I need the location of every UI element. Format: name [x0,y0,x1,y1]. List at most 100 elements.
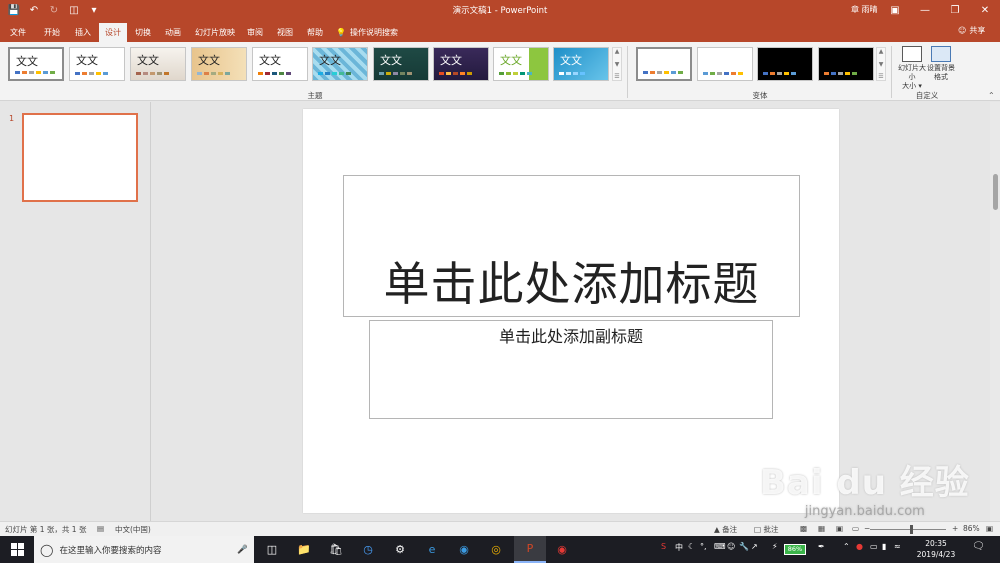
theme-office-2[interactable]: 文文 [69,47,125,81]
variants-gallery-scroll[interactable]: ▲ ▼ ☰ [876,47,886,81]
tab-slideshow[interactable]: 幻灯片放映 [189,23,241,42]
slideshow-icon[interactable]: ▭ [852,524,859,533]
status-bar: 幻灯片 第 1 张，共 1 张 ▤ 中文(中国) ▲ 备注 □ 批注 ▩ ▦ ▣… [0,521,1000,536]
more-icon[interactable]: ☰ [614,73,619,80]
zoom-in-button[interactable]: + [952,524,958,533]
tab-home[interactable]: 开始 [38,23,66,42]
sogou-ime-icon[interactable]: S [661,542,666,551]
variant-3[interactable] [757,47,813,81]
clock-time: 20:35 [925,539,947,548]
notes-button[interactable]: ▲ 备注 [714,524,737,535]
chevron-up-icon[interactable]: ▲ [615,48,620,55]
plug-icon[interactable]: ⚡ [772,542,778,551]
tab-design[interactable]: 设计 [99,23,127,42]
punctuation-icon[interactable]: °, [700,542,707,551]
tools-icon[interactable]: 🔧 [739,542,749,551]
pen-icon[interactable]: ✒ [818,542,825,551]
tab-transitions[interactable]: 切换 [129,23,157,42]
chevron-up-icon[interactable]: ▲ [879,48,884,55]
store-icon[interactable]: 🛍 [320,536,352,563]
zoom-level[interactable]: 86% [963,524,980,533]
theme-integral[interactable]: 文文 [191,47,247,81]
theme-slice[interactable]: 文文 [493,47,549,81]
system-clock[interactable]: 20:35 2019/4/23 [908,538,964,560]
variant-4[interactable] [818,47,874,81]
notifications-icon[interactable]: 🗨 [972,541,985,552]
slide[interactable]: 单击此处添加标题 单击此处添加副标题 [303,109,839,513]
tell-me-search[interactable]: 💡 操作说明搜索 [336,25,398,39]
browser-icon[interactable]: ◉ [448,536,480,563]
tab-file[interactable]: 文件 [4,23,32,42]
theme-berlin[interactable]: 文文 [433,47,489,81]
theme-retrospect[interactable]: 文文 [312,47,368,81]
theme-sample-text: 文文 [76,54,98,67]
tab-view[interactable]: 视图 [271,23,299,42]
tab-insert[interactable]: 插入 [69,23,97,42]
variant-2[interactable] [697,47,753,81]
format-background-button[interactable]: 设置背景格式 [926,45,956,89]
ribbon-display-options-icon[interactable]: ▣ [880,0,910,21]
minimize-icon[interactable]: — [910,0,940,21]
theme-office[interactable]: 文文 [8,47,64,81]
subtitle-placeholder[interactable]: 单击此处添加副标题 [369,320,773,419]
comments-button[interactable]: □ 批注 [754,524,778,535]
theme-dividend[interactable]: 文文 [553,47,609,81]
ime-mode[interactable]: 中 [675,542,683,553]
share-icon[interactable]: ↗ [751,542,758,551]
tab-help[interactable]: 帮助 [301,23,329,42]
slide-number: 1 [9,114,15,123]
chevron-down-icon[interactable]: ▼ [879,61,884,68]
fit-to-window-icon[interactable]: ▣ [986,524,993,533]
show-hidden-icons[interactable]: ⌃ [843,542,850,551]
moon-icon[interactable]: ☾ [688,542,695,551]
tab-animations[interactable]: 动画 [159,23,187,42]
task-view-icon[interactable]: ◫ [256,536,288,563]
reading-view-icon[interactable]: ▣ [836,524,843,533]
battery-icon[interactable]: ▭ [870,542,878,551]
user-name[interactable]: 章 雨晴 [851,4,878,15]
variant-1[interactable] [636,47,692,81]
vertical-scrollbar[interactable] [990,102,1000,521]
netease-music-icon[interactable]: ◉ [546,536,578,563]
slide-size-button[interactable]: 幻灯片大小 大小 ▾ [898,45,926,90]
slide-sorter-icon[interactable]: ▦ [818,524,825,533]
battery-indicator[interactable]: 86% [784,544,806,555]
volume-icon[interactable]: ▮ [882,542,886,551]
theme-ion[interactable]: 文文 [252,47,308,81]
more-icon[interactable]: ☰ [878,73,883,80]
spellcheck-icon[interactable]: ▤ [97,524,104,533]
maximize-icon[interactable]: ❐ [940,0,970,21]
language-indicator[interactable]: 中文(中国) [115,524,151,535]
collapse-ribbon-icon[interactable]: ⌃ [988,91,995,100]
tab-review[interactable]: 审阅 [241,23,269,42]
app-tray-icon[interactable]: ● [856,542,863,551]
clock-app-icon[interactable]: ◷ [352,536,384,563]
wifi-icon[interactable]: ≈ [894,542,901,551]
powerpoint-icon[interactable]: P [514,536,546,563]
share-button[interactable]: ☺ 共享 [958,25,985,36]
slide-thumbnail[interactable] [22,113,138,202]
zoom-slider[interactable] [870,529,946,530]
person-icon: ☺ [958,26,967,35]
chrome-icon[interactable]: ◎ [480,536,512,563]
microphone-icon[interactable]: 🎤 [237,545,248,555]
slide-counter: 幻灯片 第 1 张，共 1 张 [5,525,87,534]
themes-gallery-scroll[interactable]: ▲ ▼ ☰ [612,47,622,81]
normal-view-icon[interactable]: ▩ [800,524,807,533]
theme-facet[interactable]: 文文 [130,47,186,81]
theme-wisp[interactable]: 文文 [373,47,429,81]
scrollbar-thumb[interactable] [993,174,998,210]
theme-sample-text: 文文 [198,54,220,67]
settings-icon[interactable]: ⚙ [384,536,416,563]
taskbar-search-input[interactable]: ◯ 在这里输入你要搜索的内容 🎤 [34,536,254,563]
zoom-slider-thumb[interactable] [910,525,913,534]
user-icon[interactable]: ☺ [727,542,735,551]
close-icon[interactable]: ✕ [970,0,1000,21]
theme-sample-text: 文文 [319,54,341,67]
windows-start-icon[interactable] [0,536,34,563]
chevron-down-icon[interactable]: ▼ [615,61,620,68]
edge-icon[interactable]: e [416,536,448,563]
file-explorer-icon[interactable]: 📁 [288,536,320,563]
keyboard-icon[interactable]: ⌨ [714,542,726,551]
title-placeholder[interactable]: 单击此处添加标题 [343,175,800,317]
